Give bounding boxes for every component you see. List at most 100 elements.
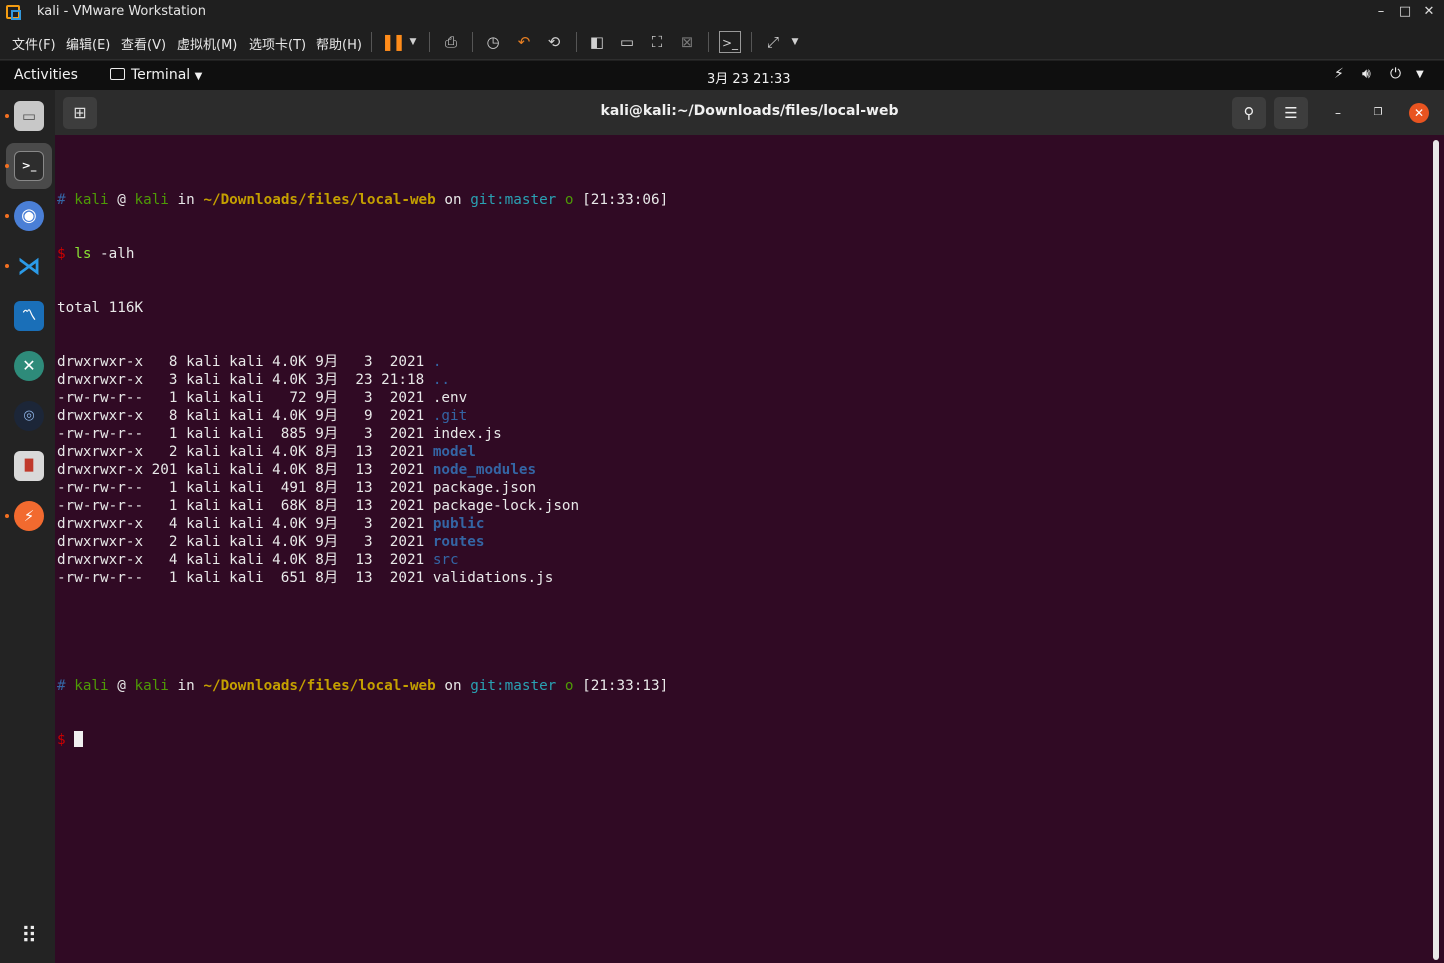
prompt-on: on [444,678,462,694]
thumbnail-icon[interactable]: ▭ [616,31,638,53]
listing-meta: -rw-rw-r-- 1 kali kali 68K 8月 13 2021 [57,498,433,514]
terminal-output: # kali @ kali in ~/Downloads/files/local… [57,155,668,785]
vpn-icon[interactable]: ◎ [14,401,44,431]
listing-filename: .. [432,372,451,388]
prompt-git-branch: git:master [470,192,557,208]
pause-icon[interactable]: ❚❚ [381,31,406,53]
chevron-down-icon: ▼ [194,71,203,82]
prompt-at: @ [117,678,126,694]
listing-filename: index.js [432,426,502,442]
volume-icon[interactable]: 🔊︎ [1362,66,1371,82]
menu-view[interactable]: 查看(V) [121,34,166,53]
toolbar-divider [576,32,577,52]
network-icon[interactable]: ⚡︎ [1334,66,1344,82]
maximize-button[interactable]: □ [1394,2,1416,22]
listing-row: drwxrwxr-x 2 kali kali 4.0K 8月 13 2021 m… [57,443,668,461]
running-indicator [5,164,9,168]
terminal-minimize-icon[interactable]: – [1328,103,1348,123]
terminal-body[interactable]: # kali @ kali in ~/Downloads/files/local… [55,135,1444,963]
directory-listing: drwxrwxr-x 8 kali kali 4.0K 9月 3 2021 .d… [57,353,668,587]
listing-meta: drwxrwxr-x 2 kali kali 4.0K 8月 13 2021 [57,444,433,460]
prompt-dollar: $ [57,732,66,748]
listing-row: -rw-rw-r-- 1 kali kali 491 8月 13 2021 pa… [57,479,668,497]
listing-filename: .git [432,408,468,424]
command-line: $ ls -alh [57,245,668,263]
listing-row: -rw-rw-r-- 1 kali kali 72 9月 3 2021 .env [57,389,668,407]
crossover-icon[interactable]: ✕ [14,351,44,381]
stretch-icon[interactable]: ⤢ [762,31,784,53]
burpsuite-icon[interactable]: ⚡︎ [14,501,44,531]
listing-row: drwxrwxr-x 4 kali kali 4.0K 8月 13 2021 s… [57,551,668,569]
listing-meta: drwxrwxr-x 201 kali kali 4.0K 8月 13 2021 [57,462,433,478]
stretch-dropdown-icon[interactable]: ▼ [784,31,806,53]
vscode-icon[interactable]: ⋊ [14,251,44,281]
listing-meta: -rw-rw-r-- 1 kali kali 651 8月 13 2021 [57,570,433,586]
menu-tabs[interactable]: 选项卡(T) [249,34,306,53]
listing-row: drwxrwxr-x 201 kali kali 4.0K 8月 13 2021… [57,461,668,479]
prompt-path: ~/Downloads/files/local-web [203,678,436,694]
prompt-host: kali [134,192,169,208]
activities-button[interactable]: Activities [14,67,78,83]
clock[interactable]: 3月 23 21:33 [707,68,791,87]
prompt-line: # kali @ kali in ~/Downloads/files/local… [57,191,668,209]
command-args: -alh [91,246,135,262]
input-line[interactable]: $ [57,731,668,749]
terminal-close-icon[interactable]: ✕ [1409,103,1429,123]
console-view-icon[interactable]: >_ [719,31,741,53]
prompt-in: in [177,192,195,208]
listing-total: total 116K [57,300,144,316]
revert-snapshot-icon[interactable]: ↶ [513,31,535,53]
system-menu-chevron-icon[interactable]: ▼ [1416,69,1424,80]
terminal-icon[interactable]: >_ [14,151,44,181]
terminal-restore-icon[interactable]: ❐ [1368,103,1388,123]
menu-vm[interactable]: 虚拟机(M) [177,34,237,53]
power-icon[interactable]: ⏻ [1390,66,1401,82]
toolbar-divider [708,32,709,52]
listing-meta: drwxrwxr-x 2 kali kali 4.0K 9月 3 2021 [57,534,433,550]
menu-help[interactable]: 帮助(H) [316,34,362,53]
prompt-on: on [444,192,462,208]
terminal-headerbar: ⊞ kali@kali:~/Downloads/files/local-web … [55,90,1444,135]
prompt-host: kali [134,678,169,694]
prompt-line: # kali @ kali in ~/Downloads/files/local… [57,677,668,695]
send-ctrl-alt-del-icon[interactable]: ⎙ [440,31,462,53]
library-icon[interactable]: ◧ [586,31,608,53]
menu-edit[interactable]: 编辑(E) [66,34,110,53]
menu-file[interactable]: 文件(F) [12,34,56,53]
listing-meta: drwxrwxr-x 8 kali kali 4.0K 9月 9 2021 [57,408,433,424]
window-title: kali - VMware Workstation [37,4,206,19]
listing-row: -rw-rw-r-- 1 kali kali 68K 8月 13 2021 pa… [57,497,668,515]
prompt-hash: # [57,678,66,694]
listing-meta: -rw-rw-r-- 1 kali kali 72 9月 3 2021 [57,390,433,406]
close-window-button[interactable]: ✕ [1418,2,1440,22]
fullscreen-icon[interactable]: ⛶ [646,31,668,53]
show-applications-icon[interactable]: ⠿ [17,925,41,949]
scrollbar[interactable] [1433,140,1439,960]
system-monitor-icon[interactable]: 〽 [14,301,44,331]
dock: ▭ >_ ◉ ⋊ 〽 ✕ ◎ ▐▌ ⚡︎ ⠿ [0,90,55,963]
parallels-icon[interactable]: ▐▌ [14,451,44,481]
snapshot-icon[interactable]: ◷ [482,31,504,53]
prompt-user: kali [74,192,109,208]
running-indicator [5,214,9,218]
pause-dropdown-icon[interactable]: ▼ [402,31,424,53]
listing-row: -rw-rw-r-- 1 kali kali 651 8月 13 2021 va… [57,569,668,587]
prompt-time: [21:33:06] [582,192,669,208]
files-icon[interactable]: ▭ [14,101,44,131]
prompt-git-status: o [564,678,574,694]
listing-row: drwxrwxr-x 3 kali kali 4.0K 3月 23 21:18 … [57,371,668,389]
prompt-time: [21:33:13] [582,678,669,694]
unity-icon[interactable]: ⊠ [676,31,698,53]
app-menu[interactable]: Terminal ▼ [110,67,202,83]
search-icon[interactable]: ⚲ [1232,97,1266,129]
listing-meta: drwxrwxr-x 3 kali kali 4.0K 3月 23 21:18 [57,372,433,388]
listing-filename: .env [432,390,468,406]
vmware-logo-icon [6,5,21,20]
snapshot-manager-icon[interactable]: ⟲ [543,31,565,53]
hamburger-menu-icon[interactable]: ☰ [1274,97,1308,129]
chromium-icon[interactable]: ◉ [14,201,44,231]
listing-filename: . [432,354,442,370]
minimize-button[interactable]: – [1370,2,1392,22]
vmware-titlebar: kali - VMware Workstation – □ ✕ [0,0,1444,25]
